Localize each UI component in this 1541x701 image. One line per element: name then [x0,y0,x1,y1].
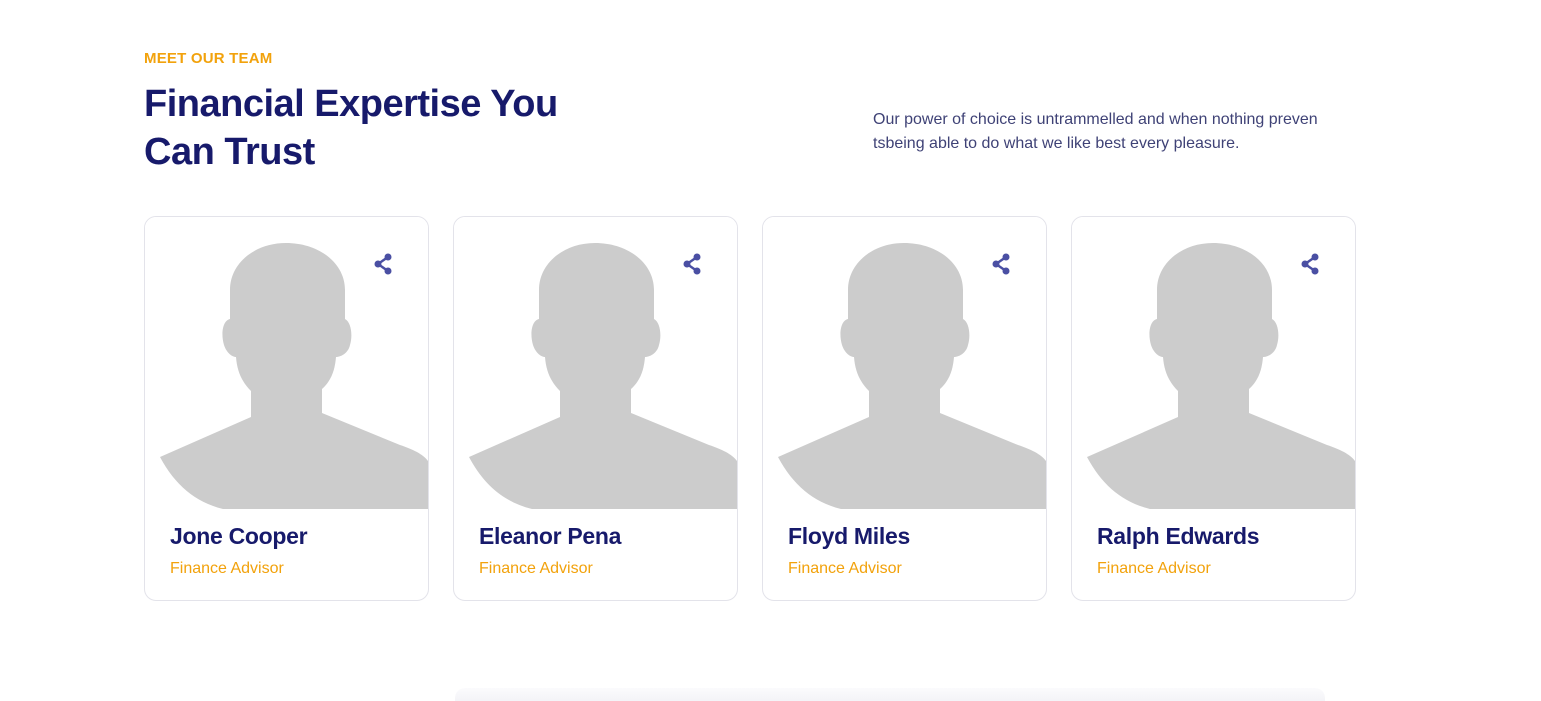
team-card-list: Jone Cooper Finance Advisor Eleanor Pena… [144,216,1356,601]
avatar [145,217,428,509]
person-silhouette-icon [469,243,737,509]
share-icon[interactable] [1298,252,1322,276]
person-silhouette-icon [1087,243,1355,509]
team-card[interactable]: Floyd Miles Finance Advisor [762,216,1047,601]
section-description: Our power of choice is untrammelled and … [873,111,1318,152]
team-card[interactable]: Eleanor Pena Finance Advisor [453,216,738,601]
section-title: Financial Expertise You Can Trust [144,83,558,173]
team-card[interactable]: Ralph Edwards Finance Advisor [1071,216,1356,601]
avatar [454,217,737,509]
team-member-role: Finance Advisor [1097,560,1211,577]
person-silhouette-icon [160,243,428,509]
next-section-edge [455,688,1325,701]
team-card[interactable]: Jone Cooper Finance Advisor [144,216,429,601]
team-member-role: Finance Advisor [788,560,902,577]
team-member-role: Finance Advisor [479,560,593,577]
team-member-role: Finance Advisor [170,560,284,577]
team-member-name[interactable]: Floyd Miles [788,523,910,550]
avatar [763,217,1046,509]
team-member-name[interactable]: Ralph Edwards [1097,523,1260,550]
team-member-name[interactable]: Jone Cooper [170,523,308,550]
avatar [1072,217,1355,509]
team-section: MEET OUR TEAM Financial Expertise You Ca… [0,0,1541,701]
person-silhouette-icon [778,243,1046,509]
section-eyebrow: MEET OUR TEAM [144,50,273,67]
share-icon[interactable] [989,252,1013,276]
share-icon[interactable] [371,252,395,276]
team-member-name[interactable]: Eleanor Pena [479,523,621,550]
share-icon[interactable] [680,252,704,276]
